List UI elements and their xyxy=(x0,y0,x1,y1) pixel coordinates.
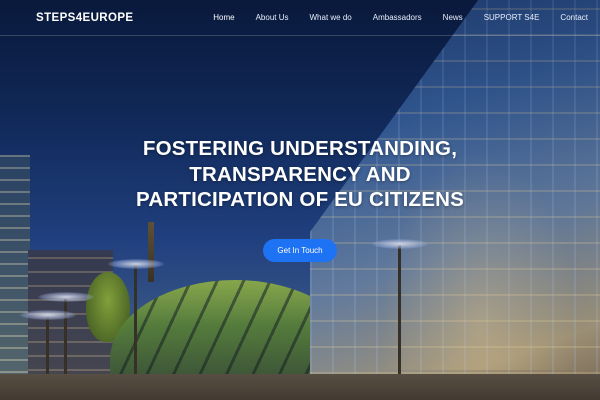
nav-menu: Home About Us What we do Ambassadors New… xyxy=(213,13,588,22)
hero-section: STEPS4EUROPE Home About Us What we do Am… xyxy=(0,0,600,400)
nav-link-home[interactable]: Home xyxy=(213,13,234,22)
hero-content: FOSTERING UNDERSTANDING, TRANSPARENCY AN… xyxy=(0,136,600,262)
nav-link-about-us[interactable]: About Us xyxy=(256,13,289,22)
nav-link-what-we-do[interactable]: What we do xyxy=(310,13,352,22)
top-navbar: STEPS4EUROPE Home About Us What we do Am… xyxy=(0,0,600,36)
site-logo[interactable]: STEPS4EUROPE xyxy=(36,12,133,24)
get-in-touch-button[interactable]: Get In Touch xyxy=(263,238,337,262)
nav-link-support-s4e[interactable]: SUPPORT S4E xyxy=(484,13,540,22)
hero-headline: FOSTERING UNDERSTANDING, TRANSPARENCY AN… xyxy=(136,137,464,211)
nav-link-ambassadors[interactable]: Ambassadors xyxy=(373,13,422,22)
nav-link-contact[interactable]: Contact xyxy=(560,13,588,22)
nav-link-news[interactable]: News xyxy=(443,13,463,22)
